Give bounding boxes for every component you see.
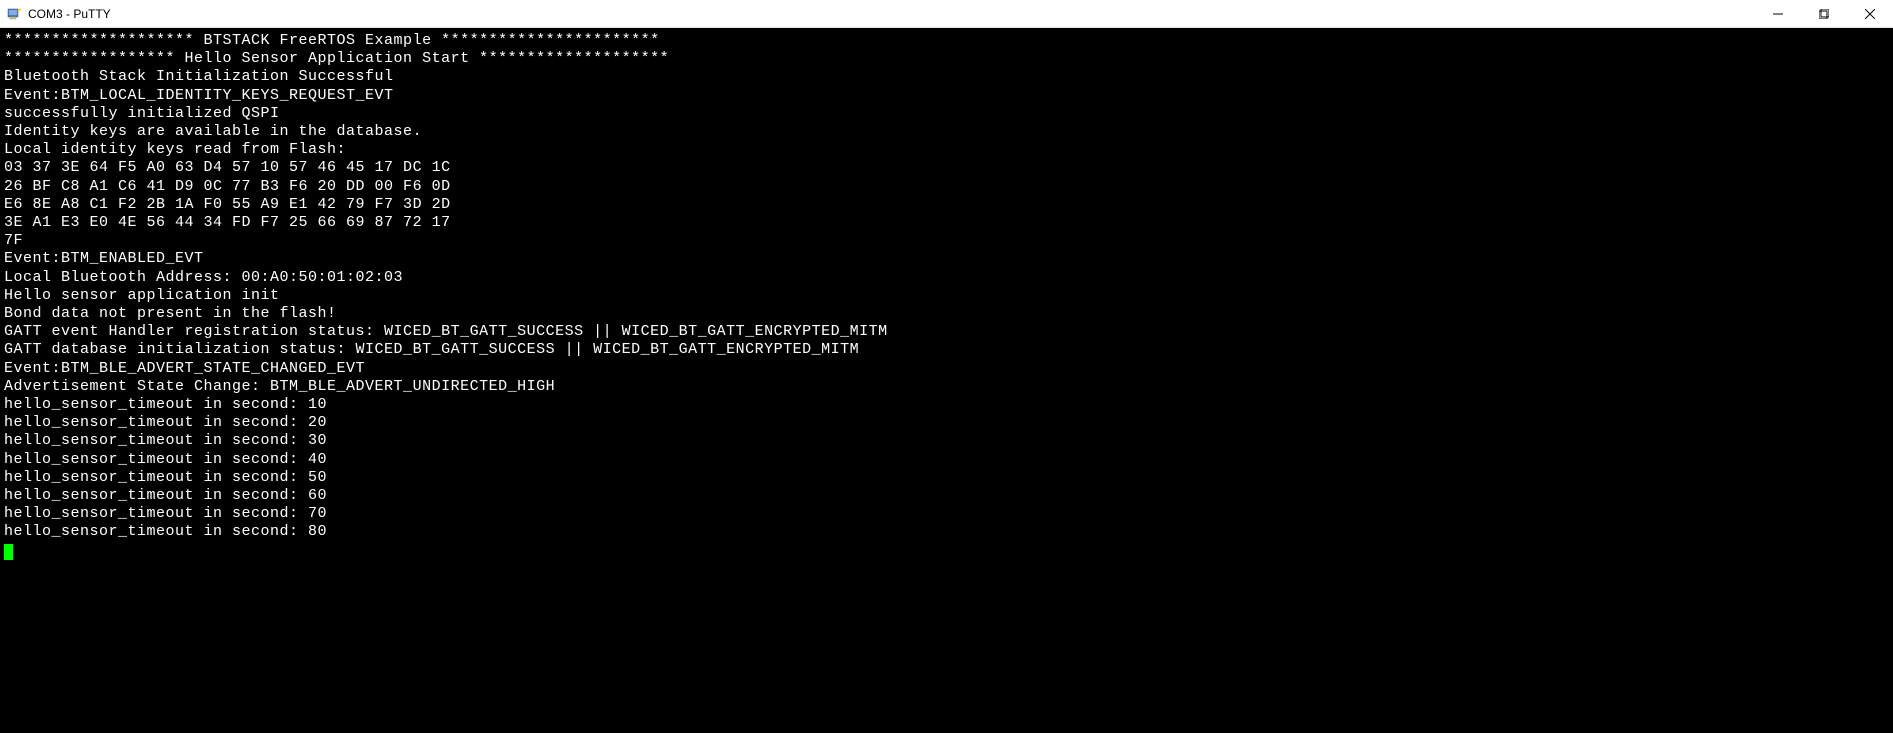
titlebar-left: COM3 - PuTTY (6, 6, 111, 22)
terminal-line: Identity keys are available in the datab… (4, 123, 1889, 141)
terminal-line: Hello sensor application init (4, 287, 1889, 305)
terminal-output[interactable]: ******************** BTSTACK FreeRTOS Ex… (0, 28, 1893, 733)
terminal-line: hello_sensor_timeout in second: 80 (4, 523, 1889, 541)
terminal-line: Bond data not present in the flash! (4, 305, 1889, 323)
terminal-line: hello_sensor_timeout in second: 20 (4, 414, 1889, 432)
close-button[interactable] (1847, 0, 1893, 27)
terminal-cursor (4, 544, 13, 560)
terminal-line: hello_sensor_timeout in second: 70 (4, 505, 1889, 523)
terminal-line: GATT event Handler registration status: … (4, 323, 1889, 341)
terminal-line: hello_sensor_timeout in second: 50 (4, 469, 1889, 487)
terminal-line: Bluetooth Stack Initialization Successfu… (4, 68, 1889, 86)
terminal-line: hello_sensor_timeout in second: 60 (4, 487, 1889, 505)
terminal-line: hello_sensor_timeout in second: 30 (4, 432, 1889, 450)
terminal-line: Event:BTM_BLE_ADVERT_STATE_CHANGED_EVT (4, 360, 1889, 378)
terminal-line: Advertisement State Change: BTM_BLE_ADVE… (4, 378, 1889, 396)
terminal-line: GATT database initialization status: WIC… (4, 341, 1889, 359)
minimize-button[interactable] (1755, 0, 1801, 27)
terminal-line: 26 BF C8 A1 C6 41 D9 0C 77 B3 F6 20 DD 0… (4, 178, 1889, 196)
terminal-line: hello_sensor_timeout in second: 10 (4, 396, 1889, 414)
terminal-line: Event:BTM_ENABLED_EVT (4, 250, 1889, 268)
terminal-line: 7F (4, 232, 1889, 250)
terminal-line: Local identity keys read from Flash: (4, 141, 1889, 159)
putty-icon (6, 6, 22, 22)
terminal-line: ******************** BTSTACK FreeRTOS Ex… (4, 32, 1889, 50)
terminal-line: successfully initialized QSPI (4, 105, 1889, 123)
maximize-button[interactable] (1801, 0, 1847, 27)
terminal-line: hello_sensor_timeout in second: 40 (4, 451, 1889, 469)
terminal-line: ****************** Hello Sensor Applicat… (4, 50, 1889, 68)
terminal-line: 3E A1 E3 E0 4E 56 44 34 FD F7 25 66 69 8… (4, 214, 1889, 232)
window-title: COM3 - PuTTY (28, 7, 111, 21)
window-controls (1755, 0, 1893, 27)
terminal-cursor-line (4, 542, 1889, 560)
terminal-line: 03 37 3E 64 F5 A0 63 D4 57 10 57 46 45 1… (4, 159, 1889, 177)
terminal-line: Local Bluetooth Address: 00:A0:50:01:02:… (4, 269, 1889, 287)
terminal-line: Event:BTM_LOCAL_IDENTITY_KEYS_REQUEST_EV… (4, 87, 1889, 105)
titlebar: COM3 - PuTTY (0, 0, 1893, 28)
terminal-line: E6 8E A8 C1 F2 2B 1A F0 55 A9 E1 42 79 F… (4, 196, 1889, 214)
